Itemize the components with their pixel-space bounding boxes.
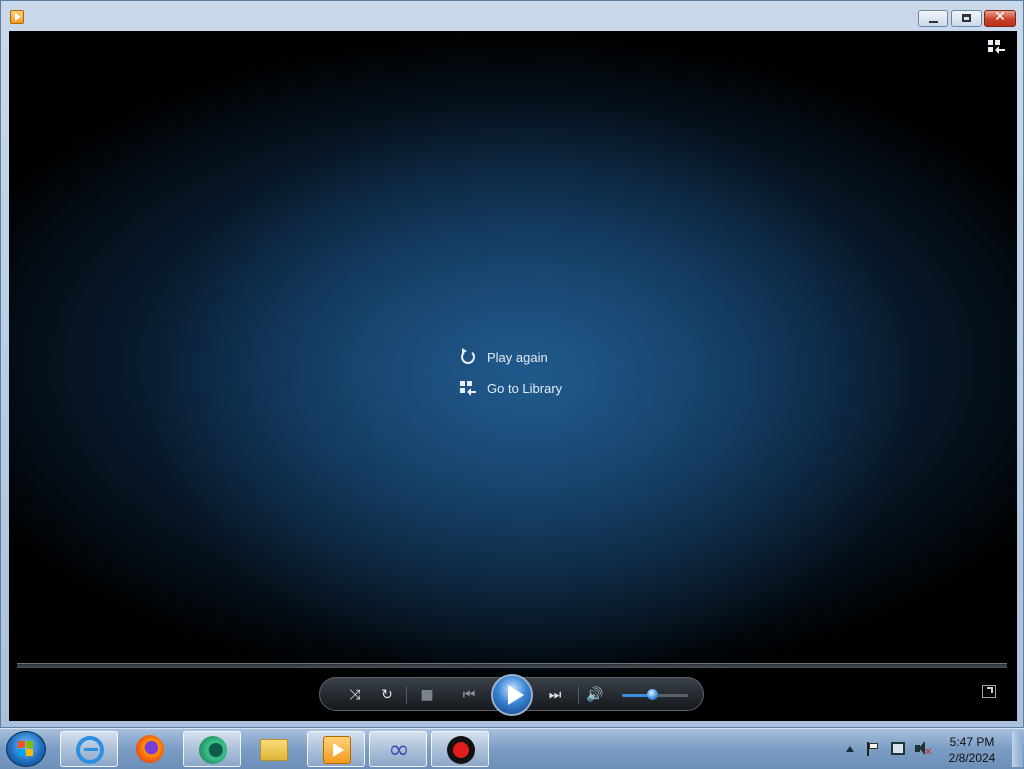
start-button[interactable] <box>6 731 46 767</box>
taskbar-recorder[interactable] <box>431 731 489 767</box>
title-bar[interactable]: ✕ <box>1 1 1023 31</box>
infinity-icon: ∞ <box>388 735 410 765</box>
network-icon[interactable] <box>891 742 905 755</box>
show-hidden-icons-icon[interactable] <box>846 746 854 752</box>
mute-button[interactable]: 🔊 <box>584 685 606 705</box>
record-icon <box>447 736 475 764</box>
green-app-icon <box>199 736 227 764</box>
minimize-button[interactable] <box>918 10 948 27</box>
restore-button[interactable] <box>951 10 982 27</box>
taskbar-internet-explorer[interactable] <box>60 731 118 767</box>
playback-controls: ⤨ ↻ ■ ⏮ ⏭ 🔊 <box>319 674 704 716</box>
library-icon <box>459 380 477 396</box>
fullscreen-button[interactable] <box>982 685 996 698</box>
taskbar-file-explorer[interactable] <box>245 731 303 767</box>
switch-to-library-button[interactable] <box>988 40 1005 54</box>
media-player-icon <box>323 736 351 764</box>
windows-logo-icon <box>18 741 34 757</box>
stop-button[interactable]: ■ <box>416 685 438 705</box>
go-to-library-link[interactable]: Go to Library <box>459 378 562 398</box>
previous-button[interactable]: ⏮ <box>452 685 486 705</box>
media-player-icon[interactable] <box>10 10 24 24</box>
internet-explorer-icon <box>76 736 104 764</box>
close-icon: ✕ <box>994 9 1006 25</box>
taskbar-media-player[interactable] <box>307 731 365 767</box>
replay-icon <box>459 348 477 365</box>
firefox-icon <box>136 735 164 763</box>
clock-date: 2/8/2024 <box>948 751 996 765</box>
taskbar-firefox[interactable] <box>121 731 179 767</box>
end-of-media-menu: Play again Go to Library <box>459 347 562 409</box>
action-center-flag-icon[interactable] <box>867 742 879 756</box>
clock-time: 5:47 PM <box>949 735 995 749</box>
restore-icon <box>962 14 971 22</box>
taskbar: ∞ ✕ 5:47 PM 2/8/2024 <box>0 728 1024 768</box>
volume-muted-icon[interactable]: ✕ <box>915 741 932 758</box>
shuffle-button[interactable]: ⤨ <box>344 685 366 705</box>
folder-icon <box>260 739 288 761</box>
play-again-link[interactable]: Play again <box>459 347 562 367</box>
next-button[interactable]: ⏭ <box>538 685 572 705</box>
minimize-icon <box>929 21 938 23</box>
taskbar-infinity-app[interactable]: ∞ <box>369 731 427 767</box>
seek-bar[interactable] <box>17 663 1007 668</box>
taskbar-clock[interactable]: 5:47 PM 2/8/2024 <box>940 734 1004 766</box>
play-button[interactable] <box>491 674 533 716</box>
show-desktop-button[interactable] <box>1012 731 1023 767</box>
now-playing-area[interactable]: Play again Go to Library ⤨ ↻ ■ ⏮ ⏭ 🔊 <box>9 31 1017 721</box>
taskbar-green-app[interactable] <box>183 731 241 767</box>
go-to-library-label: Go to Library <box>487 380 563 396</box>
volume-thumb[interactable] <box>647 689 658 700</box>
repeat-button[interactable]: ↻ <box>376 685 398 705</box>
media-player-window: ✕ Play again Go to Library ⤨ ↻ ■ ⏮ ⏭ 🔊 <box>0 0 1024 728</box>
close-button[interactable]: ✕ <box>984 9 1016 27</box>
play-again-label: Play again <box>487 349 548 365</box>
